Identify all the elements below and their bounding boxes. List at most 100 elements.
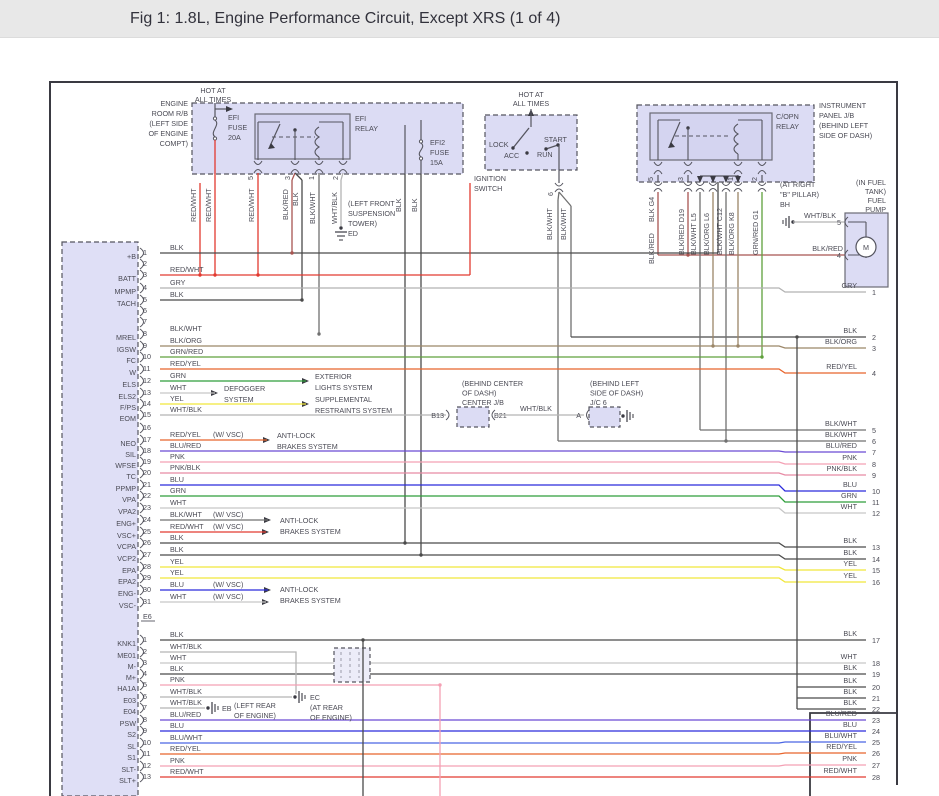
vsc-note: (W/ VSC): [213, 592, 243, 601]
inline-connector-box: [334, 648, 370, 682]
connector-icon: [758, 183, 766, 186]
wire-color-label: GRY: [170, 278, 186, 287]
wire-color-label: WHT: [841, 652, 858, 661]
wire: [160, 288, 866, 292]
ground-ec-label: (AT REAR: [310, 703, 343, 712]
wire-color-label: GRN: [170, 486, 186, 495]
vertical-label: BLK/RED D19: [677, 209, 686, 255]
wire-color-label: BLK/WHT: [170, 324, 203, 333]
wire: [160, 496, 866, 502]
ecm-pin-number: 27: [143, 550, 151, 559]
system-label: BRAKES SYSTEM: [277, 442, 338, 451]
ecm-pin-number: 5: [143, 295, 147, 304]
junction-dot: [361, 638, 364, 641]
ecm-pin-number: 29: [143, 573, 151, 582]
wire-color-label: BLK/ORG: [825, 337, 857, 346]
relay-pin-number: 5: [646, 177, 655, 181]
connector-icon: [734, 189, 742, 192]
center-jb-label: (BEHIND CENTER: [462, 379, 523, 388]
b-pillar-ground-label: (AT RIGHT: [780, 180, 816, 189]
fuel-pump-label: (IN FUEL: [856, 178, 886, 187]
ecm-pin-number: 5: [143, 680, 147, 689]
connector-icon: [696, 189, 704, 192]
ecm-pin-name: ELS2: [118, 392, 136, 401]
wire: [160, 567, 866, 570]
connector-icon: [654, 189, 662, 192]
ecm-pin-number: 19: [143, 457, 151, 466]
ecm-pin-name: MREL: [116, 333, 136, 342]
ecm-pin-name: +B: [127, 252, 136, 261]
relay-pin-number: 3: [676, 177, 685, 181]
vertical-label: WHT/BLK: [330, 192, 339, 224]
system-label: BRAKES SYSTEM: [280, 527, 341, 536]
right-pin-number: 8: [872, 460, 876, 469]
efi2-fuse-label: FUSE: [430, 148, 449, 157]
efi-fuse-label: EFI: [228, 113, 239, 122]
ecm-pin-number: 2: [143, 647, 147, 656]
engine-room-rb-label: ENGINE: [160, 99, 188, 108]
ecm-pin-name: PSW: [120, 719, 137, 728]
wire-color-label: BLK: [170, 545, 184, 554]
ecm-pin-name: SIL: [125, 450, 136, 459]
center-jb-conn-box: [457, 407, 489, 427]
wire-color-label: BLK: [843, 548, 857, 557]
vertical-label: BLK/WHT: [559, 207, 568, 240]
junction-dot: [198, 273, 201, 276]
ecm-pin-name: EOM: [120, 414, 136, 423]
ground-eb-label: EB: [222, 704, 232, 713]
ecm-pin-name: VCP2: [117, 554, 136, 563]
right-pin-number: 5: [872, 426, 876, 435]
engine-room-rb-label: OF ENGINE: [148, 129, 188, 138]
fuse-icon: [419, 140, 422, 143]
ecm-pin-number: 24: [143, 515, 151, 524]
ecm-pin-number: 14: [143, 399, 151, 408]
right-pin-number: 18: [872, 659, 880, 668]
ecm-pin-name: WFSE: [115, 461, 136, 470]
wire: [160, 508, 866, 513]
jc6-label: SIDE OF DASH): [590, 389, 643, 398]
wire-color-label: PNK/BLK: [170, 463, 201, 472]
right-pin-number: 25: [872, 738, 880, 747]
ecm-pin-name: VPA: [122, 495, 136, 504]
ecm-pin-name: IGSW: [117, 345, 136, 354]
label: WHT/BLK: [520, 404, 552, 413]
ecm-pin-number: 13: [143, 772, 151, 781]
vsc-note: (W/ VSC): [213, 580, 243, 589]
vertical-label: BLK: [291, 192, 300, 206]
vertical-label: BLK/WHT L5: [689, 213, 698, 255]
right-pin-number: 21: [872, 694, 880, 703]
wire-color-label: BLU: [170, 580, 184, 589]
vertical-label: RED/WHT: [189, 188, 198, 222]
wire-color-label: PNK: [842, 754, 857, 763]
ecm-pin-name: TC: [126, 472, 136, 481]
connector-icon: [654, 183, 662, 186]
wire-color-label: BLK: [170, 290, 184, 299]
efi-fuse-label: 20A: [228, 133, 241, 142]
ignition-position: RUN: [537, 150, 553, 159]
wire-color-label: BLK/WHT: [825, 419, 858, 428]
ecm-pin-number: 10: [143, 738, 151, 747]
ecm-pin-number: 7: [143, 703, 147, 712]
wire-color-label: BLK: [843, 676, 857, 685]
ecm-pin-number: 6: [143, 306, 147, 315]
wire: [160, 543, 866, 547]
vertical-label: BLK/WHT: [308, 191, 317, 224]
wire-color-label: BLU: [170, 475, 184, 484]
ecm-pin-number: 3: [143, 270, 147, 279]
efi2-fuse-label: EFI2: [430, 138, 445, 147]
ecm-pin-name: VSC+: [117, 531, 136, 540]
right-pin-number: 24: [872, 727, 880, 736]
ecm-pin-number: 12: [143, 376, 151, 385]
copn-relay-label: C/OPN: [776, 112, 799, 121]
wire-color-label: YEL: [843, 571, 857, 580]
right-pin-number: 28: [872, 773, 880, 782]
label: BLK/RED: [812, 244, 843, 253]
ignition-position: START: [544, 135, 568, 144]
wire-color-label: WHT: [170, 592, 187, 601]
wire-color-label: GRY: [842, 281, 858, 290]
ecm-pin-number: 4: [143, 283, 147, 292]
system-label: EXTERIOR: [315, 372, 352, 381]
hot-at-all-times-label: HOT AT: [518, 90, 544, 99]
right-pin-number: 17: [872, 636, 880, 645]
ecm-pin-number: 15: [143, 410, 151, 419]
